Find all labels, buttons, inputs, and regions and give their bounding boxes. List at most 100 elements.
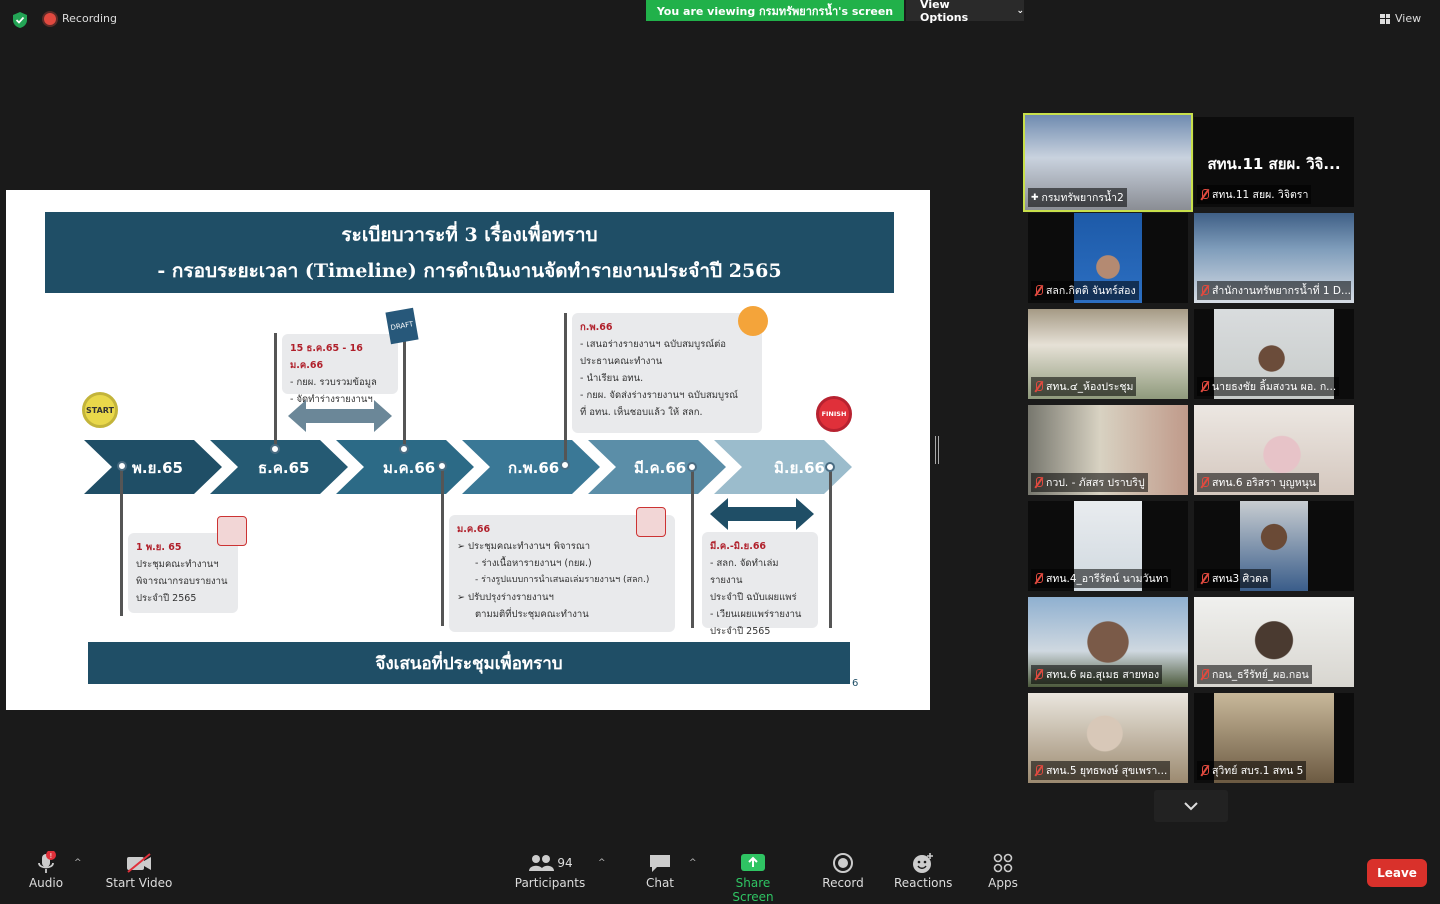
participant-tile[interactable]: นายธงชัย ลิ้มสงวน ผอ. ก... xyxy=(1194,309,1354,399)
participant-tile[interactable]: สทน.11 สยผ. วิจิ... สทน.11 สยผ. วิจิตรา xyxy=(1194,117,1354,207)
recording-indicator[interactable]: Recording xyxy=(44,12,117,25)
share-screen-button[interactable]: Share Screen xyxy=(716,850,790,904)
participant-tile[interactable]: สทน.๔_ห้องประชุม xyxy=(1028,309,1188,399)
meeting-toolbar: ! Audio ^ Start Video 94 Participants ^ … xyxy=(0,840,1440,904)
participant-name-tag: นายธงชัย ลิ้มสงวน ผอ. ก... xyxy=(1197,377,1340,396)
participant-name-tag: สทน.4_อารีรัตน์ นามวันทา xyxy=(1031,569,1172,588)
gallery-next-page-button[interactable] xyxy=(1154,790,1228,822)
participant-name: นายธงชัย ลิ้มสงวน ผอ. ก... xyxy=(1212,381,1337,393)
mic-muted-icon xyxy=(1034,477,1043,488)
mic-muted-icon xyxy=(1200,765,1209,776)
participant-name-tag: สทน.5 ยุทธพงษ์ สุขเพรา... xyxy=(1031,761,1171,780)
reactions-button[interactable]: Reactions xyxy=(894,850,952,890)
participant-display-name: สทน.11 สยผ. วิจิ... xyxy=(1207,155,1341,173)
participant-name-tag: สำนักงานทรัพยากรน้ำที่ 1 D... xyxy=(1197,281,1351,300)
participant-tile[interactable]: ✚ กรมทรัพยากรน้ำ2 xyxy=(1023,113,1193,212)
view-button[interactable]: View xyxy=(1380,12,1421,25)
card-line: - เสนอร่างรายงานฯ ฉบับสมบูรณ์ต่อ xyxy=(580,339,727,350)
double-arrow-icon xyxy=(710,498,814,530)
record-label: Record xyxy=(822,876,864,890)
participant-name-tag: สุวิทย์ สบร.1 สทน 5 xyxy=(1197,761,1307,780)
participant-name-tag: ✚ กรมทรัพยากรน้ำ2 xyxy=(1028,188,1127,207)
month-label: ธ.ค.65 xyxy=(258,459,310,477)
participant-name: สำนักงานทรัพยากรน้ำที่ 1 D... xyxy=(1212,285,1351,297)
participant-tile[interactable]: สลก.กิตติ จันทร์ส่อง xyxy=(1028,213,1188,303)
view-options-label: View Options xyxy=(920,0,969,24)
microphone-muted-icon: ! xyxy=(38,851,56,873)
timeline-arrows xyxy=(84,440,852,494)
participant-tile[interactable]: สำนักงานทรัพยากรน้ำที่ 1 D... xyxy=(1194,213,1354,303)
card-line: - สลก. จัดทำเล่มรายงาน xyxy=(710,558,779,586)
participant-tile[interactable]: สทน.4_อารีรัตน์ นามวันทา xyxy=(1028,501,1188,591)
card-line: - ร่างเนื้อหารายงานฯ (กยผ.) xyxy=(475,558,592,569)
meeting-icon xyxy=(217,516,247,546)
leave-button[interactable]: Leave xyxy=(1367,859,1427,887)
participants-button[interactable]: 94 Participants xyxy=(514,850,586,890)
chevron-down-icon: ⌄ xyxy=(1016,5,1024,16)
connector-line xyxy=(274,333,277,451)
participant-name: สทน.11 สยผ. วิจิตรา xyxy=(1212,189,1309,201)
view-grid-icon xyxy=(1380,13,1390,24)
timeline-node xyxy=(399,444,409,454)
participant-name-tag: สทน.6 อริสรา บุญหนุน xyxy=(1197,473,1319,492)
participant-tile[interactable]: สทน.6 อริสรา บุญหนุน xyxy=(1194,405,1354,495)
chat-options-caret-icon[interactable]: ^ xyxy=(689,858,697,868)
video-off-icon xyxy=(127,853,151,873)
participant-tile[interactable]: สุวิทย์ สบร.1 สทน 5 xyxy=(1194,693,1354,783)
connector-line xyxy=(403,333,406,451)
card-line-text: ประชุมคณะทำงานฯ พิจารณา xyxy=(467,541,591,552)
card-line: ประจำปี 2565 xyxy=(710,626,771,637)
month-label: ม.ค.66 xyxy=(383,459,436,477)
report-chart-icon xyxy=(738,306,768,336)
card-date: 1 พ.ย. 65 xyxy=(136,542,182,553)
participants-options-caret-icon[interactable]: ^ xyxy=(598,858,606,868)
record-icon xyxy=(833,853,853,873)
connector-line xyxy=(441,466,444,626)
participant-tile[interactable]: กวป. - ภัสสร ปราบริปู xyxy=(1028,405,1188,495)
double-arrow-icon xyxy=(288,400,392,432)
timeline-node xyxy=(437,461,447,471)
record-button[interactable]: Record xyxy=(818,850,868,890)
participant-tile[interactable]: สทน.6 ผอ.สุเมธ สายทอง xyxy=(1028,597,1188,687)
connector-line xyxy=(564,313,567,463)
apps-button[interactable]: Apps xyxy=(984,850,1022,890)
reactions-label: Reactions xyxy=(894,876,953,890)
finish-badge: FINISH xyxy=(816,396,852,432)
panel-resize-handle[interactable] xyxy=(935,436,939,464)
chat-button[interactable]: Chat xyxy=(640,850,680,890)
slide-title-line2: - กรอบระยะเวลา (Timeline) การดำเนินงานจั… xyxy=(157,259,782,282)
audio-label: Audio xyxy=(28,876,64,890)
start-video-button[interactable]: Start Video xyxy=(104,850,174,890)
participants-count: 94 xyxy=(557,856,573,870)
card-line: - นำเรียน อทน. xyxy=(580,373,644,384)
audio-button[interactable]: ! Audio xyxy=(20,850,72,890)
mic-muted-icon xyxy=(1200,669,1209,680)
connector-line xyxy=(691,466,694,628)
draft-book-icon: DRAFT xyxy=(385,307,419,345)
participant-name-tag: สลก.กิตติ จันทร์ส่อง xyxy=(1031,281,1139,300)
view-options-button[interactable]: View Options ⌄ xyxy=(906,0,1024,24)
security-shield-icon[interactable] xyxy=(12,11,28,29)
card-date: ก.พ.66 xyxy=(580,322,613,333)
participants-label: Participants xyxy=(514,876,586,890)
pin-icon: ✚ xyxy=(1031,192,1039,203)
participant-tile[interactable]: กอน_ธรีรัทย์_ผอ.กอน xyxy=(1194,597,1354,687)
chevron-down-icon xyxy=(1184,801,1198,810)
participant-name-tag: สทน3 ศิวดล xyxy=(1197,569,1272,588)
reactions-smiley-icon xyxy=(913,853,933,873)
timeline-node xyxy=(270,444,280,454)
card-line: - กยผ. จัดส่งร่างรายงานฯ ฉบับสมบูรณ์ xyxy=(580,390,738,401)
audio-options-caret-icon[interactable]: ^ xyxy=(74,858,82,868)
mic-muted-icon xyxy=(1034,381,1043,392)
card-date: 15 ธ.ค.65 - 16 ม.ค.66 xyxy=(290,343,363,371)
mic-muted-icon xyxy=(1200,573,1209,584)
card-line: ประธานคณะทำงาน xyxy=(580,356,663,367)
participant-tile[interactable]: สทน3 ศิวดล xyxy=(1194,501,1354,591)
mic-muted-icon xyxy=(1034,669,1043,680)
timeline-card-feb: ก.พ.66 - เสนอร่างรายงานฯ ฉบับสมบูรณ์ต่อ … xyxy=(572,313,762,433)
timeline-node xyxy=(117,461,127,471)
participant-name: สุวิทย์ สบร.1 สทน 5 xyxy=(1212,765,1304,777)
participant-tile[interactable]: สทน.5 ยุทธพงษ์ สุขเพรา... xyxy=(1028,693,1188,783)
card-date: มี.ค.-มิ.ย.66 xyxy=(710,541,767,552)
card-line: ตามมติที่ประชุมคณะทำงาน xyxy=(475,609,589,620)
